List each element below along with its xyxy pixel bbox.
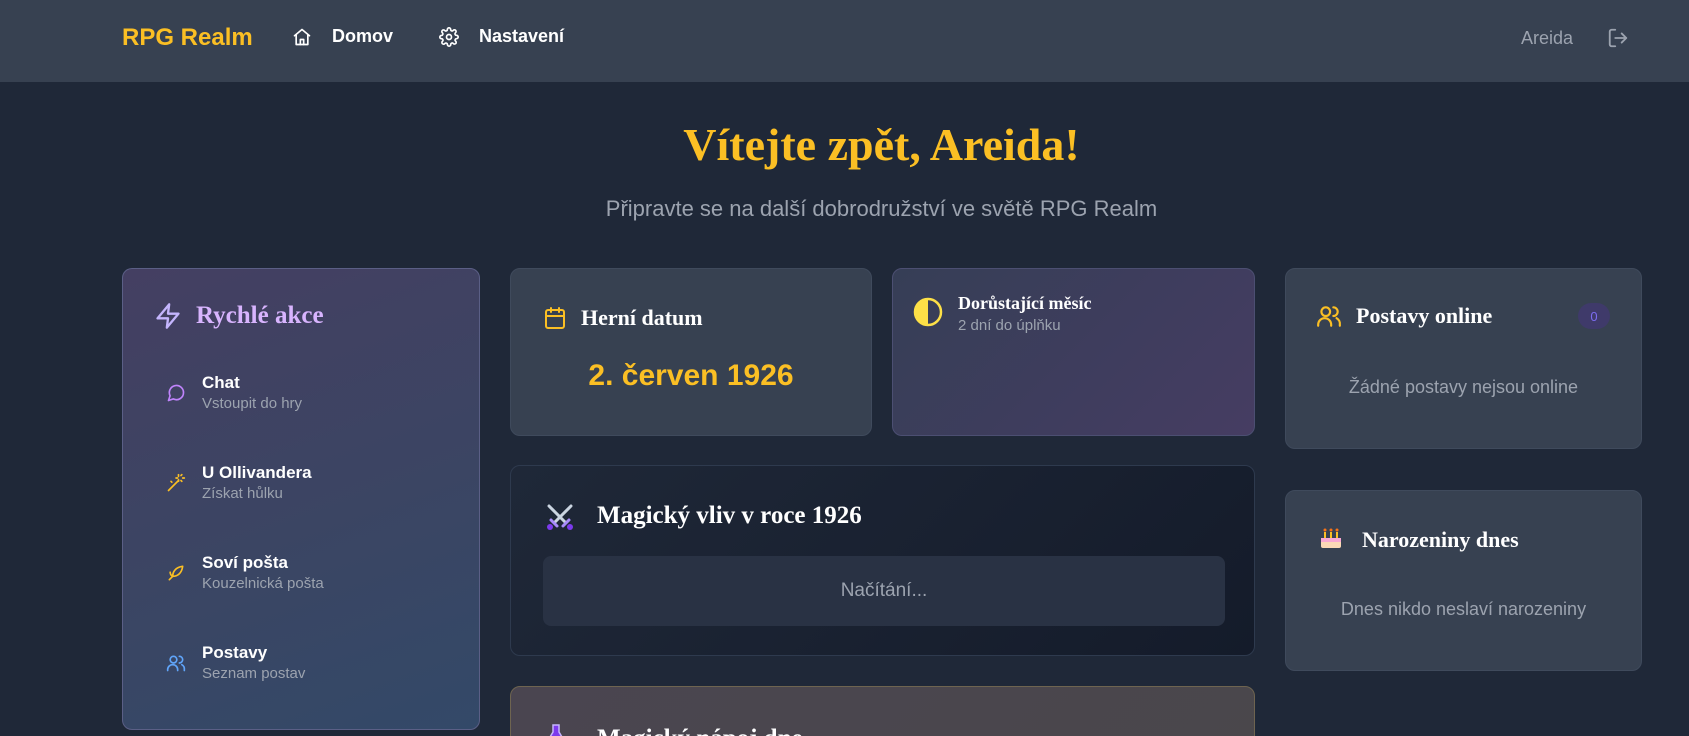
chat-bubble-icon: [167, 384, 185, 402]
quick-actions-title: Rychlé akce: [196, 302, 324, 329]
online-characters-card: Postavy online 0 Žádné postavy nejsou on…: [1285, 268, 1642, 449]
lightning-icon: [156, 303, 180, 329]
top-navbar: RPG Realm Domov Nastavení Areida: [0, 0, 1689, 82]
quick-action-ollivander[interactable]: U Ollivandera Získat hůlku: [160, 463, 460, 519]
quick-action-label: Postavy: [202, 643, 268, 662]
game-date-card: Herní datum 2. červen 1926: [510, 268, 872, 436]
calendar-icon: [545, 307, 565, 329]
magic-influence-card: Magický vliv v roce 1926 Načítání...: [510, 465, 1255, 656]
online-characters-header: Postavy online: [1316, 303, 1492, 329]
quick-action-sub: Seznam postav: [202, 665, 306, 682]
nav-settings-link[interactable]: Nastavení: [439, 26, 564, 47]
nav-settings-label: Nastavení: [479, 26, 565, 46]
quick-action-characters[interactable]: Postavy Seznam postav: [160, 643, 460, 699]
bird-icon: [168, 565, 184, 581]
quick-action-label: U Ollivandera: [202, 463, 312, 482]
game-date-title: Herní datum: [581, 305, 703, 330]
nav-username[interactable]: Areida: [1521, 28, 1573, 49]
gear-icon: [439, 26, 459, 47]
quick-actions-header: Rychlé akce: [154, 302, 324, 330]
birthdays-card: Narozeniny dnes Dnes nikdo neslaví naroz…: [1285, 490, 1642, 671]
birthdays-empty-message: Dnes nikdo neslaví narozeniny: [1340, 599, 1587, 619]
game-date-value: 2. červen 1926: [588, 359, 794, 392]
quick-action-sub: Získat hůlku: [202, 485, 283, 502]
game-date-header: Herní datum: [543, 305, 703, 331]
magic-wand-icon: [167, 473, 186, 492]
quick-action-sub: Kouzelnická pošta: [202, 575, 324, 592]
magic-influence-title: Magický vliv v roce 1926: [597, 502, 862, 529]
users-icon: [166, 655, 186, 672]
quick-action-chat[interactable]: Chat Vstoupit do hry: [160, 373, 460, 429]
moon-phase-title: Dorůstající měsíc: [958, 293, 1092, 313]
quick-action-sub: Vstoupit do hry: [202, 395, 303, 412]
online-count-badge: 0: [1578, 303, 1610, 329]
potion-of-the-day-card: Magický nápoj dne: [510, 686, 1255, 736]
nav-home-label: Domov: [332, 26, 394, 46]
magic-influence-loading: Načítání...: [543, 556, 1225, 626]
brand-logo[interactable]: RPG Realm: [122, 24, 253, 52]
online-characters-title: Postavy online: [1356, 303, 1493, 328]
welcome-title: Vítejte zpět, Areida!: [683, 119, 1080, 170]
online-empty-message: Žádné postavy nejsou online: [1348, 377, 1579, 397]
quick-action-label: Soví pošta: [202, 553, 288, 572]
moon-phase-card: Dorůstající měsíc 2 dní do úplňku: [892, 268, 1255, 436]
welcome-subtitle: Připravte se na další dobrodružství ve s…: [605, 196, 1158, 221]
quick-action-owl-post[interactable]: Soví pošta Kouzelnická pošta: [160, 553, 460, 609]
moon-phase-sub: 2 dní do úplňku: [958, 317, 1061, 334]
crossed-swords-icon: [547, 504, 573, 530]
potion-icon: [549, 724, 563, 736]
birthday-cake-icon: [1321, 528, 1341, 548]
birthdays-title: Narozeniny dnes: [1362, 527, 1519, 552]
home-icon: [293, 28, 311, 45]
potion-title: Magický nápoj dne: [597, 725, 803, 736]
users-icon: [1317, 306, 1341, 327]
quick-action-label: Chat: [202, 373, 240, 392]
logout-icon[interactable]: [1607, 27, 1629, 49]
nav-home-link[interactable]: Domov: [292, 26, 393, 47]
half-moon-icon: [913, 297, 943, 327]
